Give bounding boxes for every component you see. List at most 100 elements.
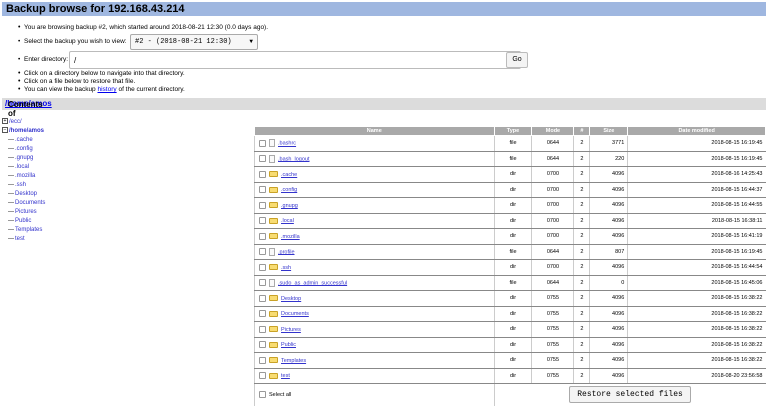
table-row[interactable]: Documents dir 0755 2 4096 2018-08-15 16:38:22 xyxy=(254,306,766,322)
tree-item-link[interactable]: .config xyxy=(15,146,33,152)
file-name-link[interactable]: Templates xyxy=(281,358,306,364)
tree-item[interactable]: Documents xyxy=(2,199,112,208)
go-button[interactable]: Go xyxy=(506,52,528,68)
tree-item-link[interactable]: .gnupg xyxy=(15,155,33,161)
backup-select[interactable]: #2 - (2018-08-21 12:30) ▼ xyxy=(130,34,258,50)
tree-item-link[interactable]: .ssh xyxy=(15,182,26,188)
tree-home[interactable]: −/home/amos xyxy=(2,127,112,136)
file-name-link[interactable]: .profile xyxy=(278,249,295,255)
tree-item[interactable]: .config xyxy=(2,145,112,154)
row-checkbox[interactable] xyxy=(259,310,266,318)
size-cell: 4096 xyxy=(589,197,628,214)
row-checkbox[interactable] xyxy=(259,155,266,163)
table-row[interactable]: test dir 0755 2 4096 2018-08-20 23:56:58 xyxy=(254,368,766,384)
tree-item[interactable]: Desktop xyxy=(2,190,112,199)
tree-item-link[interactable]: Documents xyxy=(15,200,45,206)
col-type[interactable]: Type xyxy=(493,126,533,136)
name-cell: Public xyxy=(254,337,495,353)
table-row[interactable]: .sudo_as_admin_successful file 0644 2 0 2018-… xyxy=(254,275,766,291)
mode-cell: 0644 xyxy=(531,135,574,152)
file-name-link[interactable]: .cache xyxy=(281,172,297,178)
col-name[interactable]: Name xyxy=(254,126,495,136)
row-checkbox[interactable] xyxy=(259,248,266,256)
select-all-cell: Select all xyxy=(254,383,495,406)
tree-root-link[interactable]: /ecc/ xyxy=(9,119,22,125)
tree-item[interactable]: .ssh xyxy=(2,181,112,190)
file-name-link[interactable]: Pictures xyxy=(281,327,301,333)
tree-item[interactable]: Templates xyxy=(2,226,112,235)
file-name-link[interactable]: .local xyxy=(281,218,294,224)
tree-item-link[interactable]: test xyxy=(15,236,25,242)
date-cell: 2018-08-15 16:38:11 xyxy=(627,213,766,229)
tree-item-link[interactable]: Pictures xyxy=(15,209,37,215)
expand-icon[interactable]: + xyxy=(2,118,8,125)
table-row[interactable]: Pictures dir 0755 2 4096 2018-08-15 16:38:22 xyxy=(254,321,766,338)
tree-item[interactable]: .local xyxy=(2,163,112,172)
table-row[interactable]: Desktop dir 0755 2 4096 2018-08-15 16:38:22 xyxy=(254,290,766,307)
tree-item[interactable]: Public xyxy=(2,217,112,226)
tree-item-link[interactable]: Templates xyxy=(15,227,42,233)
table-row[interactable]: .config dir 0700 2 4096 2018-08-15 16:44:37 xyxy=(254,182,766,198)
backup-select-value: #2 - (2018-08-21 12:30) xyxy=(135,38,232,46)
file-name-link[interactable]: .gnupg xyxy=(281,203,298,209)
tree-item[interactable]: .gnupg xyxy=(2,154,112,163)
table-row[interactable]: .cache dir 0700 2 4096 2018-08-16 14:25:43 xyxy=(254,166,766,183)
row-checkbox[interactable] xyxy=(259,263,266,271)
table-row[interactable]: .profile file 0644 2 807 2018-08-15 16:19:45 xyxy=(254,244,766,260)
tree-item-link[interactable]: Public xyxy=(15,218,31,224)
tree-home-link[interactable]: /home/amos xyxy=(9,128,44,134)
table-row[interactable]: .bashrc file 0644 2 3771 2018-08-15 16:19:45 xyxy=(254,135,766,152)
row-checkbox[interactable] xyxy=(259,294,266,302)
col-mode[interactable]: Mode xyxy=(531,126,575,136)
row-checkbox[interactable] xyxy=(259,170,266,178)
table-row[interactable]: Public dir 0755 2 4096 2018-08-15 16:38:22 xyxy=(254,337,766,353)
row-checkbox[interactable] xyxy=(259,325,266,333)
select-all-checkbox[interactable] xyxy=(259,391,266,399)
file-name-link[interactable]: .bashrc xyxy=(278,141,296,147)
file-name-link[interactable]: .bash_logout xyxy=(278,156,310,162)
tree-item-link[interactable]: .cache xyxy=(15,137,33,143)
restore-hint: Click on a file below to restore that fi… xyxy=(18,78,578,86)
file-name-link[interactable]: .config xyxy=(281,187,297,193)
mode-cell: 0644 xyxy=(531,244,574,260)
table-row[interactable]: .local dir 0700 2 4096 2018-08-15 16:38:11 xyxy=(254,213,766,229)
row-checkbox[interactable] xyxy=(259,341,266,349)
tree-item-link[interactable]: Desktop xyxy=(15,191,37,197)
col-num[interactable]: # xyxy=(573,126,591,136)
num-cell: 2 xyxy=(573,166,590,183)
restore-selected-button[interactable]: Restore selected files xyxy=(569,386,691,404)
table-row[interactable]: .bash_logout file 0644 2 220 2018-08-15 16:19… xyxy=(254,151,766,167)
col-size[interactable]: Size xyxy=(589,126,629,136)
row-checkbox[interactable] xyxy=(259,217,266,225)
nav-hint: Click on a directory below to navigate i… xyxy=(18,70,578,78)
row-checkbox[interactable] xyxy=(259,232,266,240)
collapse-icon[interactable]: − xyxy=(2,127,8,134)
tree-item[interactable]: Pictures xyxy=(2,208,112,217)
tree-item[interactable]: test xyxy=(2,235,112,244)
tree-item-link[interactable]: .mozilla xyxy=(15,173,35,179)
file-name-link[interactable]: .mozilla xyxy=(281,234,300,240)
tree-item[interactable]: .mozilla xyxy=(2,172,112,181)
file-name-link[interactable]: Public xyxy=(281,342,296,348)
history-link[interactable]: history xyxy=(97,86,116,93)
tree-root[interactable]: +/ecc/ xyxy=(2,118,112,127)
row-checkbox[interactable] xyxy=(259,201,266,209)
table-row[interactable]: .mozilla dir 0700 2 4096 2018-08-15 16:41:19 xyxy=(254,228,766,245)
tree-item[interactable]: .cache xyxy=(2,136,112,145)
row-checkbox[interactable] xyxy=(259,356,266,364)
table-row[interactable]: Templates dir 0755 2 4096 2018-08-15 16:38:22 xyxy=(254,352,766,369)
tree-item-link[interactable]: .local xyxy=(15,164,29,170)
row-checkbox[interactable] xyxy=(259,372,266,380)
row-checkbox[interactable] xyxy=(259,279,266,287)
row-checkbox[interactable] xyxy=(259,186,266,194)
file-name-link[interactable]: .ssh xyxy=(281,265,291,271)
row-checkbox[interactable] xyxy=(259,139,266,147)
col-date[interactable]: Date modified xyxy=(627,126,766,136)
file-name-link[interactable]: test xyxy=(281,373,290,379)
file-name-link[interactable]: Documents xyxy=(281,311,309,317)
table-row[interactable]: .gnupg dir 0700 2 4096 2018-08-15 16:44:55 xyxy=(254,197,766,214)
file-name-link[interactable]: Desktop xyxy=(281,296,301,302)
table-row[interactable]: .ssh dir 0700 2 4096 2018-08-15 16:44:54 xyxy=(254,259,766,276)
file-name-link[interactable]: .sudo_as_admin_successful xyxy=(278,280,347,286)
directory-input[interactable] xyxy=(69,51,521,69)
